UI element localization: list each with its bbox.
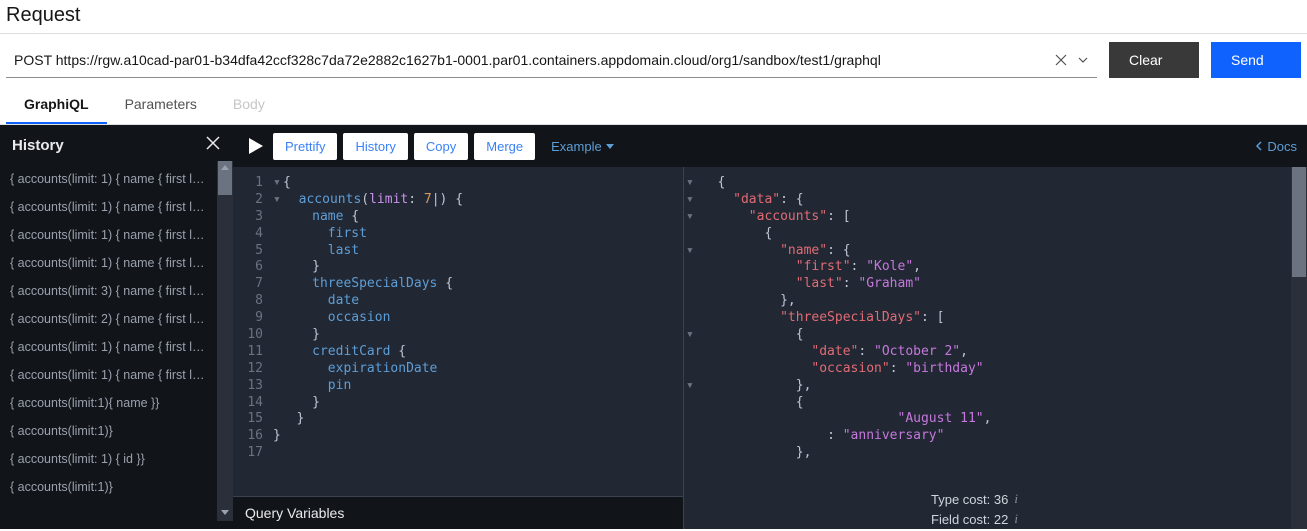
history-item[interactable]: { accounts(limit: 1) { name { first l…: [0, 165, 233, 193]
tab-body[interactable]: Body: [215, 86, 283, 124]
tabs: GraphiQL Parameters Body: [0, 86, 1307, 125]
docs-link[interactable]: Docs: [1255, 139, 1297, 154]
history-item[interactable]: { accounts(limit: 1) { name { first l…: [0, 361, 233, 389]
graphiql-ide: History { accounts(limit: 1) { name { fi…: [0, 125, 1307, 529]
cost-summary: Type cost: 36 i Field cost: 22 i: [931, 489, 1018, 529]
request-row: POST https://rgw.a10cad-par01-b34dfa42cc…: [0, 33, 1307, 86]
copy-button[interactable]: Copy: [414, 133, 468, 160]
history-item[interactable]: { accounts(limit: 3) { name { first l…: [0, 277, 233, 305]
query-variables-bar[interactable]: Query Variables: [233, 496, 683, 529]
query-code: ▾{ ▾ accounts(limit: 7|) { name { first …: [269, 167, 463, 529]
history-scrollbar-track[interactable]: [217, 161, 233, 521]
history-title: History: [12, 137, 64, 154]
history-item[interactable]: { accounts(limit: 1) { id }}: [0, 445, 233, 473]
history-item[interactable]: { accounts(limit: 1) { name { first l…: [0, 193, 233, 221]
history-item[interactable]: { accounts(limit:1)}: [0, 473, 233, 501]
type-cost-value: Type cost: 36: [931, 492, 1008, 507]
response-code: ▾ ▾ ▾ ▾ ▾ ▾ { "data": { "accounts": [ { …: [684, 167, 1307, 462]
example-label: Example: [551, 139, 602, 154]
history-item[interactable]: { accounts(limit: 2) { name { first l…: [0, 305, 233, 333]
line-gutter: 1234567891011121314151617: [233, 167, 269, 529]
chevron-down-icon[interactable]: [1077, 54, 1089, 66]
info-icon[interactable]: i: [1014, 511, 1018, 527]
history-list: { accounts(limit: 1) { name { first l…{ …: [0, 165, 233, 529]
scroll-down-icon[interactable]: [221, 510, 229, 515]
url-input-wrapper[interactable]: POST https://rgw.a10cad-par01-b34dfa42cc…: [6, 42, 1097, 78]
page-title: Request: [0, 0, 1307, 33]
history-item[interactable]: { accounts(limit: 1) { name { first l…: [0, 221, 233, 249]
url-value: POST https://rgw.a10cad-par01-b34dfa42cc…: [14, 52, 1055, 68]
example-dropdown[interactable]: Example: [541, 133, 624, 160]
scroll-up-icon[interactable]: [221, 165, 229, 170]
response-scrollbar-thumb[interactable]: [1292, 167, 1306, 277]
editor-toolbar: Prettify History Copy Merge Example Docs: [233, 125, 1307, 167]
prettify-button[interactable]: Prettify: [273, 133, 337, 160]
clear-button[interactable]: Clear: [1109, 42, 1199, 78]
close-icon[interactable]: [205, 135, 221, 155]
query-editor[interactable]: 1234567891011121314151617 ▾{ ▾ accounts(…: [233, 167, 683, 529]
send-button[interactable]: Send: [1211, 42, 1301, 78]
field-cost-value: Field cost: 22: [931, 512, 1008, 527]
clear-url-icon[interactable]: [1055, 54, 1067, 66]
tab-parameters[interactable]: Parameters: [107, 86, 215, 124]
history-panel: History { accounts(limit: 1) { name { fi…: [0, 125, 233, 529]
tab-graphiql[interactable]: GraphiQL: [6, 86, 107, 124]
history-button[interactable]: History: [343, 133, 407, 160]
docs-label: Docs: [1267, 139, 1297, 154]
info-icon[interactable]: i: [1014, 491, 1018, 507]
history-item[interactable]: { accounts(limit: 1) { name { first l…: [0, 333, 233, 361]
history-item[interactable]: { accounts(limit:1){ name }}: [0, 389, 233, 417]
response-viewer[interactable]: ▾ ▾ ▾ ▾ ▾ ▾ { "data": { "accounts": [ { …: [683, 167, 1307, 529]
history-item[interactable]: { accounts(limit: 1) { name { first l…: [0, 249, 233, 277]
run-button[interactable]: [243, 134, 267, 158]
history-item[interactable]: { accounts(limit:1)}: [0, 417, 233, 445]
merge-button[interactable]: Merge: [474, 133, 535, 160]
